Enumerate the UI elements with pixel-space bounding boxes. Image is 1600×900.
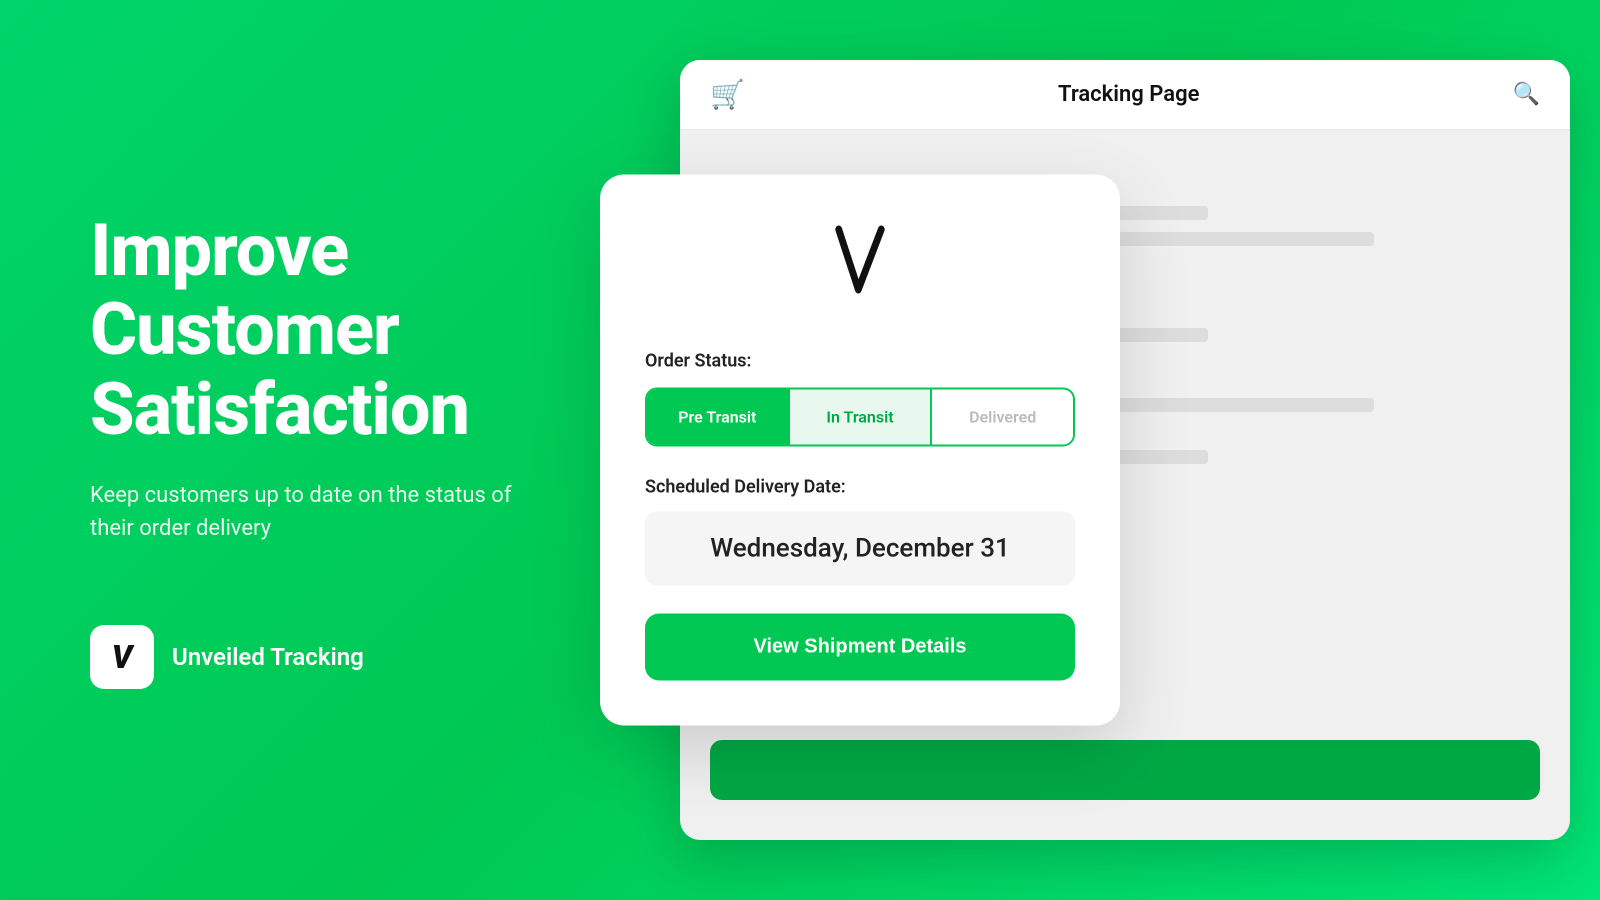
delivery-date-box: Wednesday, December 31 [645, 512, 1075, 586]
brand-row: V Unveiled Tracking [90, 625, 520, 689]
order-status-label: Order Status: [645, 351, 1075, 372]
search-icon[interactable]: 🔍 [1513, 82, 1540, 107]
cart-icon: 🛒 [710, 78, 745, 111]
browser-header: 🛒 Tracking Page 🔍 [680, 60, 1570, 130]
card-logo [645, 225, 1075, 316]
tab-pre-transit[interactable]: Pre Transit [647, 390, 788, 445]
brand-logo-box: V [90, 625, 154, 689]
view-shipment-details-button[interactable]: View Shipment Details [645, 614, 1075, 681]
brand-name: Unveiled Tracking [172, 643, 364, 671]
subtitle: Keep customers up to date on the status … [90, 479, 520, 545]
browser-page-title: Tracking Page [1058, 82, 1199, 107]
delivery-date-label: Scheduled Delivery Date: [645, 477, 1075, 498]
headline: Improve Customer Satisfaction [90, 211, 520, 449]
left-section: Improve Customer Satisfaction Keep custo… [0, 131, 600, 769]
status-tabs: Pre Transit In Transit Delivered [645, 388, 1075, 447]
browser-cta-button[interactable] [710, 740, 1540, 800]
card-logo-letter [835, 225, 886, 316]
tracking-card: Order Status: Pre Transit In Transit Del… [600, 175, 1120, 726]
tab-in-transit[interactable]: In Transit [788, 390, 931, 445]
brand-logo-letter: V [112, 638, 133, 676]
tab-delivered[interactable]: Delivered [930, 390, 1073, 445]
right-section: 🛒 Tracking Page 🔍 [600, 0, 1600, 900]
